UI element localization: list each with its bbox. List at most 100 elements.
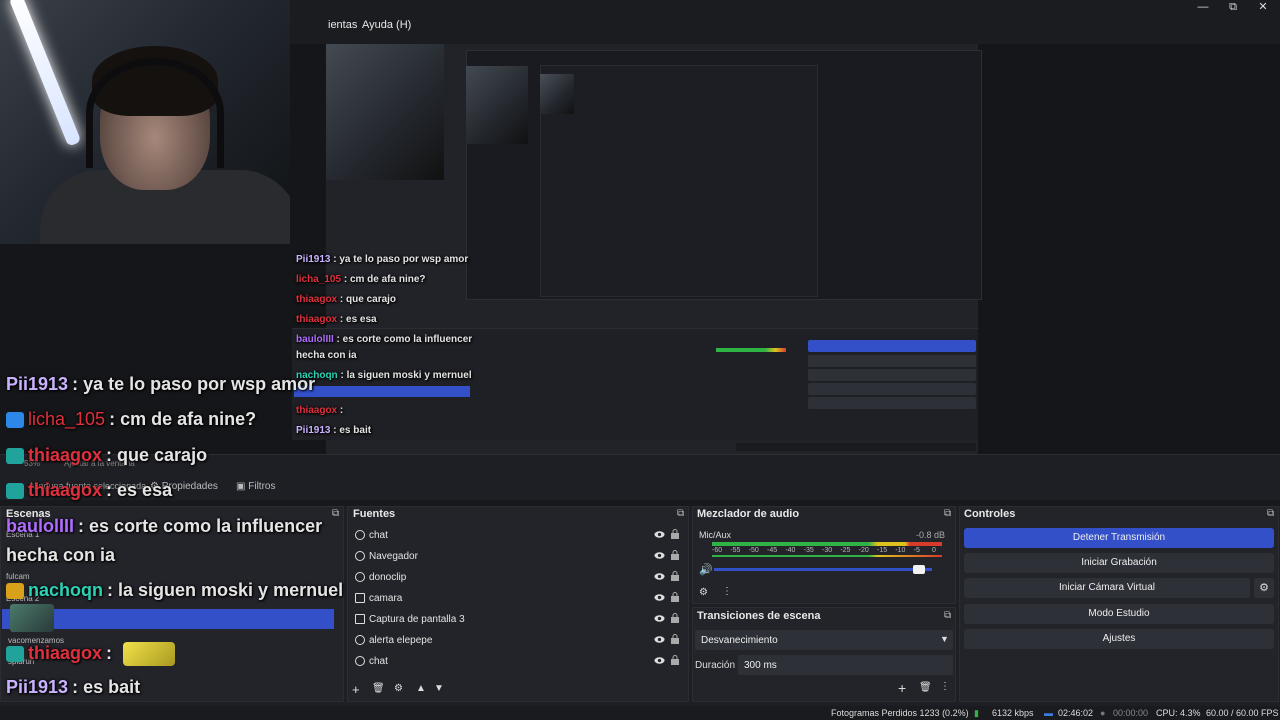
meter-tick-label: -35 — [803, 547, 814, 554]
meter-tick-label: -40 — [785, 547, 796, 554]
move-down-icon[interactable]: ▼ — [434, 683, 444, 694]
nested-webcam — [326, 44, 444, 180]
chat-username: licha_105 — [28, 409, 106, 429]
menu-help[interactable]: Ayuda (H) — [362, 19, 411, 31]
nested-chat-message: nachoqn : la siguen moski y mernuel — [296, 370, 472, 381]
tab-filters[interactable]: ▣ Filtros — [236, 481, 275, 492]
source-item[interactable]: Navegador — [349, 547, 687, 568]
chat-text: ya te lo paso por wsp amor — [83, 374, 316, 394]
nested-selected-scene — [294, 386, 470, 397]
webcam-feed — [0, 0, 290, 244]
close-icon[interactable]: ✕ — [1246, 0, 1280, 16]
chat-username: baulolIII — [6, 516, 75, 536]
chat-username: thiaagox — [28, 642, 103, 663]
eye-icon[interactable] — [654, 550, 665, 561]
globe-icon — [355, 530, 365, 540]
lock-icon[interactable] — [671, 613, 679, 623]
source-item[interactable]: Captura de pantalla 3 — [349, 610, 687, 631]
chat-text: cm de afa nine? — [349, 274, 426, 285]
speaker-icon[interactable]: 🔊 — [699, 563, 713, 576]
chat-separator: : — [106, 445, 113, 465]
badge-icon — [6, 448, 24, 465]
undock-icon[interactable]: ⧉ — [944, 610, 951, 621]
badge-icon — [6, 412, 24, 429]
chat-username: thiaagox — [296, 294, 338, 305]
headset — [86, 58, 224, 168]
studio-mode-button[interactable]: Modo Estudio — [964, 604, 1274, 624]
chat-separator: : — [72, 374, 79, 394]
eye-icon[interactable] — [654, 655, 665, 666]
eye-icon[interactable] — [654, 571, 665, 582]
more-options-icon[interactable]: ⋮ — [940, 681, 950, 692]
add-transition-icon[interactable]: + — [898, 680, 906, 696]
globe-icon — [355, 572, 365, 582]
nested-webcam-small — [466, 66, 528, 144]
add-source-icon[interactable]: + — [352, 682, 360, 697]
duration-value: 300 ms — [744, 660, 777, 671]
undock-icon[interactable]: ⧉ — [1267, 508, 1274, 519]
tab-filters-label: Filtros — [248, 481, 276, 492]
eye-icon[interactable] — [654, 613, 665, 624]
lock-icon[interactable] — [671, 592, 679, 602]
eye-icon[interactable] — [654, 529, 665, 540]
chat-separator: : — [107, 580, 113, 600]
chat-text: que carajo — [346, 294, 397, 305]
source-label: donoclip — [369, 572, 407, 583]
source-item[interactable]: chat — [349, 526, 687, 547]
eye-icon[interactable] — [654, 592, 665, 603]
source-item[interactable]: chat — [349, 652, 687, 673]
meter-tick-label: -5 — [913, 547, 920, 554]
meter-tick-label: -25 — [840, 547, 851, 554]
lock-icon[interactable] — [671, 529, 679, 539]
start-recording-button[interactable]: Iniciar Grabación — [964, 553, 1274, 573]
lock-icon[interactable] — [671, 571, 679, 581]
bitrate: 6132 kbps — [992, 708, 1034, 718]
stop-stream-button[interactable]: Detener Transmisión — [964, 528, 1274, 548]
chat-text: hecha con ia — [296, 350, 357, 361]
minimize-icon[interactable]: — — [1186, 0, 1220, 16]
lock-icon[interactable] — [671, 634, 679, 644]
chat-separator: : — [72, 677, 79, 697]
source-item[interactable]: donoclip — [349, 568, 687, 589]
volume-slider[interactable] — [714, 568, 932, 571]
nested-stop-button — [808, 340, 976, 352]
remove-transition-icon[interactable]: 🗑 — [919, 682, 932, 693]
gear-icon[interactable]: ⚙ — [394, 683, 403, 694]
chat-message: licha_105: cm de afa nine? — [6, 409, 256, 430]
nested-meter — [716, 348, 786, 352]
undock-icon[interactable]: ⧉ — [944, 508, 951, 519]
chat-username: Pii1913 — [6, 677, 69, 697]
volume-slider-handle[interactable] — [913, 565, 926, 574]
more-options-icon[interactable]: ⋮ — [722, 586, 732, 597]
lock-icon[interactable] — [671, 550, 679, 560]
undock-icon[interactable]: ⧉ — [332, 508, 339, 519]
gear-icon[interactable]: ⚙ — [1254, 578, 1274, 598]
emote-image — [123, 642, 176, 666]
move-up-icon[interactable]: ▲ — [416, 683, 426, 694]
source-item[interactable]: camara — [349, 589, 687, 610]
chat-message: thiaagox: — [6, 642, 176, 666]
chat-separator: : — [106, 480, 113, 500]
maximize-icon[interactable]: ⧉ — [1216, 0, 1250, 16]
virtual-camera-button[interactable]: Iniciar Cámara Virtual — [964, 578, 1250, 598]
chat-username: nachoqn — [28, 580, 103, 600]
menu-tools[interactable]: ientas — [328, 19, 357, 31]
source-label: camara — [369, 593, 403, 604]
eye-icon[interactable] — [654, 634, 665, 645]
chat-text: es esa — [117, 480, 173, 500]
chat-username: thiaagox — [296, 405, 338, 416]
globe-icon — [355, 656, 365, 666]
chat-text: es bait — [83, 677, 141, 697]
chat-message: thiaagox: que carajo — [6, 445, 207, 466]
chat-message: baulolIII: es corte como la influencer — [6, 516, 322, 537]
remove-source-icon[interactable]: 🗑 — [372, 683, 385, 694]
channel-name: Mic/Aux — [699, 530, 732, 540]
mixer-settings-icon[interactable]: ⚙ — [699, 587, 708, 598]
settings-button[interactable]: Ajustes — [964, 629, 1274, 649]
source-item[interactable]: alerta elepepe — [349, 631, 687, 652]
nested-button — [808, 355, 976, 367]
chat-text: es corte como la influencer — [89, 516, 323, 536]
meter-tick-label: -55 — [730, 547, 741, 554]
undock-icon[interactable]: ⧉ — [677, 508, 684, 519]
lock-icon[interactable] — [671, 655, 679, 665]
